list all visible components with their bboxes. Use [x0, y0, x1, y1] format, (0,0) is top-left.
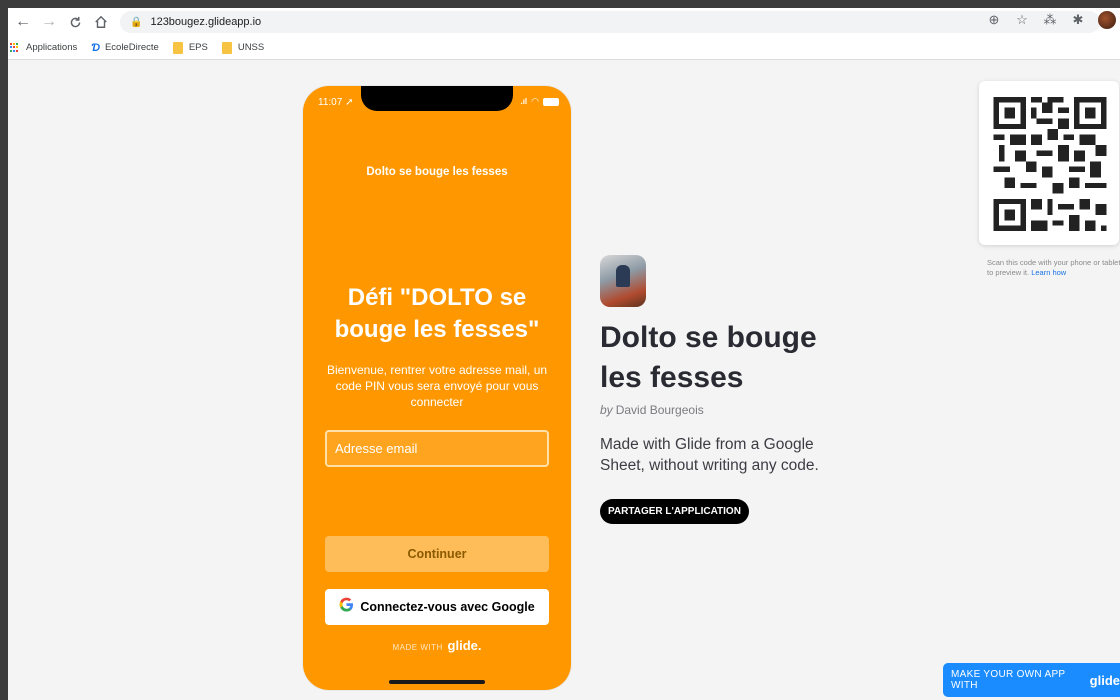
- bookmark-label: EPS: [188, 42, 208, 53]
- bookmark-label: Applications: [26, 42, 78, 53]
- bookmark-unss[interactable]: UNSS: [221, 41, 265, 54]
- glide-brand: glide: [1089, 672, 1120, 688]
- made-with-label: MADE WITH: [392, 643, 443, 652]
- by-label: by: [600, 403, 613, 417]
- url-text: 123bougez.glideapp.io: [150, 16, 262, 28]
- browser-toolbar: ← → 🔒 123bougez.glideapp.io ⊕ ☆ ⁂ ✱: [8, 8, 1120, 36]
- puzzle-icon[interactable]: ✱: [1070, 12, 1086, 28]
- continue-button[interactable]: Continuer: [325, 536, 549, 572]
- app-title: Dolto se bouge les fesses: [600, 321, 817, 394]
- bookmark-eps[interactable]: EPS: [172, 41, 208, 54]
- bookmark-label: UNSS: [237, 42, 265, 53]
- author-name: David Bourgeois: [615, 403, 704, 417]
- toolbar-actions: ⊕ ☆ ⁂ ✱: [986, 11, 1116, 29]
- app-description: Made with Glide from a Google Sheet, wit…: [600, 436, 819, 474]
- bookmark-label: EcoleDirecte: [104, 42, 159, 53]
- make-your-own-app-button[interactable]: MAKE YOUR OWN APP WITH glide: [943, 663, 1120, 697]
- status-icons: .ıl ◠: [520, 96, 559, 107]
- phone-app-header: Dolto se bouge les fesses: [366, 166, 508, 178]
- phone-description: Bienvenue, rentrer votre adresse mail, u…: [326, 363, 548, 409]
- avatar[interactable]: [1098, 11, 1116, 29]
- learn-how-link[interactable]: Learn how: [1031, 268, 1066, 277]
- bookmark-applications[interactable]: Applications: [10, 42, 77, 53]
- folder-icon: [221, 41, 232, 54]
- bookmark-ecoledirecte[interactable]: Ɗ EcoleDirecte: [91, 42, 159, 54]
- qr-code: [993, 97, 1107, 231]
- back-arrow-icon[interactable]: ←: [12, 11, 34, 33]
- lock-icon: 🔒: [130, 16, 143, 28]
- folder-icon: [172, 41, 183, 54]
- qr-card: [979, 81, 1119, 245]
- bookmarks-bar: Applications Ɗ EcoleDirecte EPS UNSS: [8, 36, 1120, 60]
- phone-title: Défi "DOLTO se bouge les fesses": [334, 284, 540, 343]
- status-time: 11:07 ➚: [318, 97, 354, 108]
- make-app-label: MAKE YOUR OWN APP WITH: [951, 669, 1066, 691]
- forward-arrow-icon[interactable]: →: [38, 11, 60, 33]
- address-bar[interactable]: 🔒 123bougez.glideapp.io: [120, 11, 1100, 33]
- signal-icon: .ıl: [520, 97, 528, 106]
- home-indicator: [389, 680, 485, 684]
- install-icon[interactable]: ⊕: [986, 12, 1002, 28]
- ecoledirecte-icon: Ɗ: [91, 41, 100, 54]
- star-icon[interactable]: ☆: [1014, 12, 1030, 28]
- home-icon[interactable]: [90, 11, 112, 33]
- app-icon-image: [600, 255, 646, 307]
- author-line: by David Bourgeois: [600, 403, 704, 417]
- apps-grid-icon: [10, 42, 20, 53]
- battery-icon: [543, 97, 559, 106]
- google-icon: [339, 597, 354, 617]
- qr-caption: Scan this code with your phone or tablet…: [987, 258, 1120, 278]
- wifi-icon: ◠: [531, 96, 539, 106]
- phone-preview: 11:07 ➚ .ıl ◠ Dolto se bouge les fesses …: [303, 86, 571, 690]
- glide-brand: glide.: [447, 638, 482, 653]
- reload-icon[interactable]: [64, 11, 86, 33]
- page-content: 11:07 ➚ .ıl ◠ Dolto se bouge les fesses …: [8, 60, 1120, 700]
- google-signin-label: Connectez-vous avec Google: [360, 600, 535, 614]
- made-with-glide[interactable]: MADE WITH glide.: [303, 638, 571, 653]
- share-app-button[interactable]: PARTAGER L'APPLICATION: [600, 499, 749, 524]
- phone-notch: [361, 86, 513, 111]
- email-input[interactable]: [325, 430, 549, 467]
- google-signin-button[interactable]: Connectez-vous avec Google: [325, 589, 549, 625]
- extension-icon[interactable]: ⁂: [1042, 12, 1058, 28]
